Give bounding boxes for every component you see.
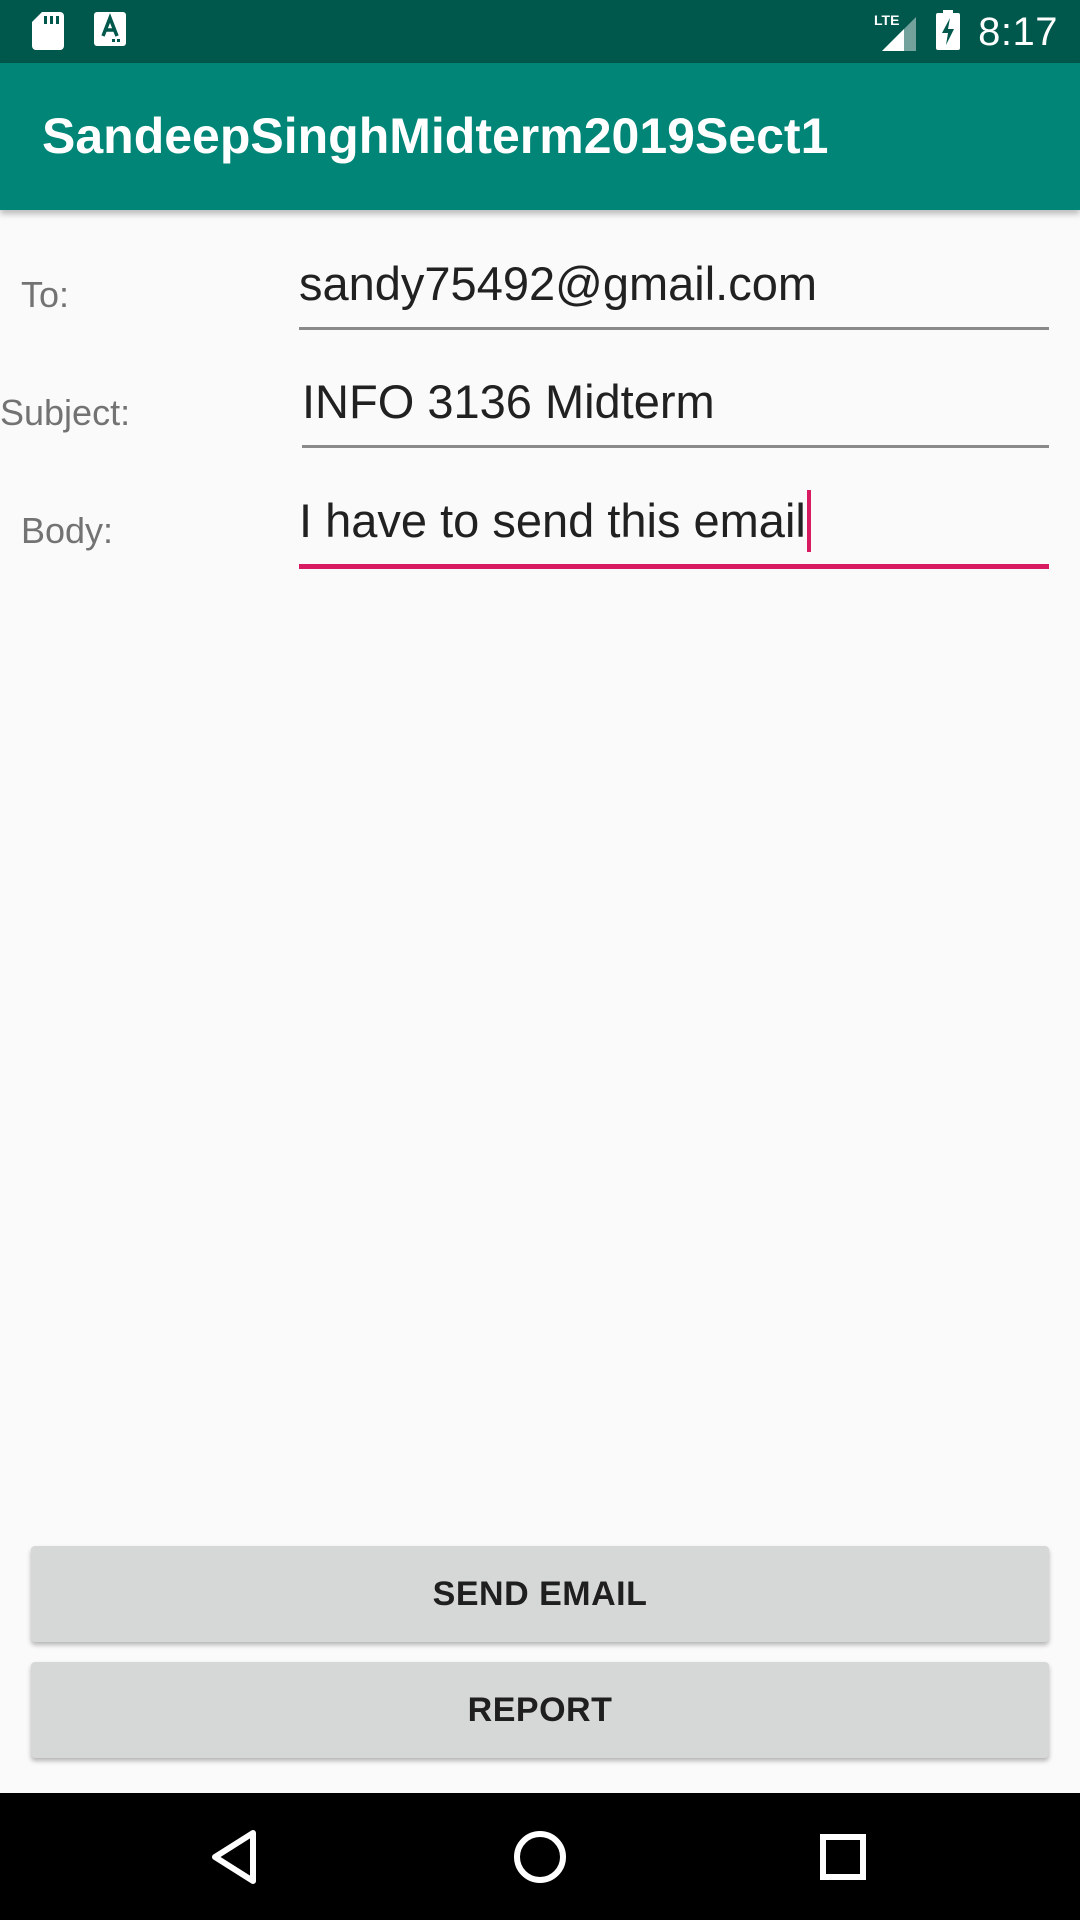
subject-field[interactable]: INFO 3136 Midterm <box>302 367 1049 448</box>
app-title: SandeepSinghMidterm2019Sect1 <box>42 108 829 164</box>
body-label: Body: <box>21 510 114 551</box>
body-field-value: I have to send this email <box>299 494 806 547</box>
text-a-icon <box>94 12 126 55</box>
battery-charging-icon <box>936 9 961 55</box>
to-field[interactable]: sandy75492@gmail.com <box>299 249 1049 330</box>
home-icon[interactable] <box>506 1823 574 1891</box>
body-field[interactable]: I have to send this email <box>299 486 1049 569</box>
recents-icon[interactable] <box>809 1823 877 1891</box>
network-type-label: LTE <box>874 12 899 28</box>
report-button[interactable]: REPORT <box>31 1662 1049 1758</box>
subject-label: Subject: <box>0 392 131 433</box>
to-label: To: <box>21 274 70 315</box>
subject-field-value: INFO 3136 Midterm <box>302 375 715 428</box>
status-time: 8:17 <box>978 9 1058 54</box>
send-email-button[interactable]: SEND EMAIL <box>31 1546 1049 1642</box>
status-bar: LTE 8:17 <box>0 0 1080 63</box>
app-bar: SandeepSinghMidterm2019Sect1 <box>0 63 1080 210</box>
signal-icon: LTE <box>874 11 918 53</box>
sd-card-icon <box>32 12 64 55</box>
back-icon[interactable] <box>203 1823 271 1891</box>
text-cursor <box>806 489 811 552</box>
to-field-value: sandy75492@gmail.com <box>299 257 817 310</box>
email-form: To: sandy75492@gmail.com Subject: INFO 3… <box>0 210 1080 1793</box>
navigation-bar <box>0 1793 1080 1920</box>
